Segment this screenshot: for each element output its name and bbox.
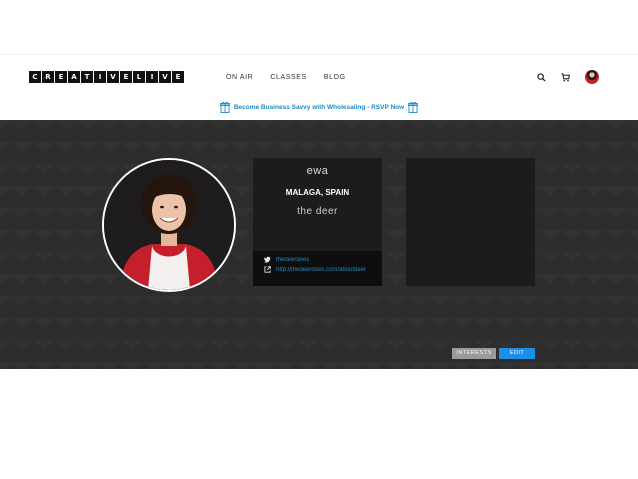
logo-letter: E <box>172 71 184 83</box>
search-icon[interactable] <box>537 73 546 82</box>
top-divider <box>0 54 638 55</box>
cart-icon[interactable] <box>561 73 570 82</box>
logo-letter: I <box>94 71 106 83</box>
logo-letter: V <box>107 71 119 83</box>
profile-info-card: ewa MALAGA, SPAIN the deer thedeerdoes h… <box>253 158 382 286</box>
nav-classes[interactable]: CLASSES <box>270 73 307 82</box>
nav-blog[interactable]: BLOG <box>324 73 346 82</box>
twitter-icon <box>264 256 271 263</box>
website-url[interactable]: http://thedeerdoes.com/aboutdeer <box>276 267 366 273</box>
logo-letter: V <box>159 71 171 83</box>
profile-photo <box>102 158 236 292</box>
logo-letter: E <box>120 71 132 83</box>
twitter-handle[interactable]: thedeerdoes <box>276 257 309 263</box>
logo-letter: L <box>133 71 145 83</box>
external-link-icon <box>264 266 271 273</box>
twitter-link[interactable]: thedeerdoes <box>264 256 379 263</box>
gift-icon <box>219 101 230 113</box>
profile-page: C R E A T I V E L I V E ON AIR CLASSES B… <box>0 0 638 479</box>
promo-link[interactable]: Become Business Savvy with Wholesaling -… <box>234 104 404 111</box>
promo-banner[interactable]: Become Business Savvy with Wholesaling -… <box>0 100 638 114</box>
profile-links: thedeerdoes http://thedeerdoes.com/about… <box>253 251 382 286</box>
user-avatar[interactable] <box>585 70 599 84</box>
logo-letter: T <box>81 71 93 83</box>
nav-on-air[interactable]: ON AIR <box>226 73 253 82</box>
profile-location: MALAGA, SPAIN <box>285 188 350 197</box>
logo-letter: R <box>42 71 54 83</box>
logo-letter: E <box>55 71 67 83</box>
profile-media-panel <box>406 158 535 286</box>
website-link[interactable]: http://thedeerdoes.com/aboutdeer <box>264 266 379 273</box>
gift-icon <box>408 101 419 113</box>
profile-photo-image <box>104 160 234 290</box>
main-nav: ON AIR CLASSES BLOG <box>226 73 346 82</box>
creativelive-logo[interactable]: C R E A T I V E L I V E <box>29 71 184 83</box>
profile-tagline: the deer <box>297 206 338 217</box>
logo-letter: I <box>146 71 158 83</box>
edit-button[interactable]: EDIT <box>499 348 535 359</box>
interests-button[interactable]: INTERESTS <box>452 348 496 359</box>
logo-letter: A <box>68 71 80 83</box>
profile-name: ewa <box>306 165 329 177</box>
logo-letter: C <box>29 71 41 83</box>
